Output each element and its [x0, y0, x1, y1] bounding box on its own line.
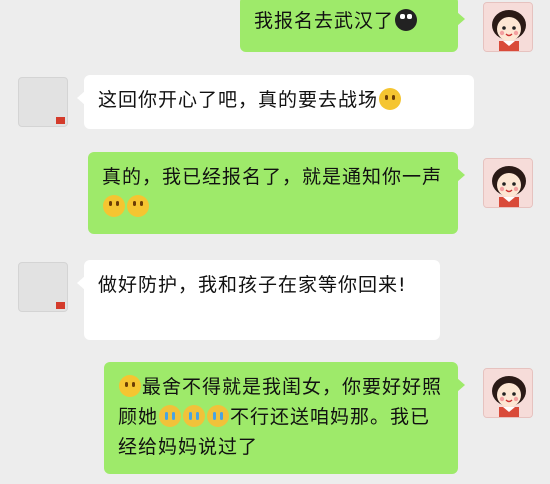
- avatar[interactable]: [483, 158, 533, 208]
- message-text: 这回你开心了吧，真的要去战场: [98, 89, 379, 111]
- avatar[interactable]: [18, 262, 68, 312]
- message-bubble-sent[interactable]: 真的，我已经报名了，就是通知你一声: [88, 152, 465, 234]
- cartoon-girl-avatar-icon: [484, 159, 532, 207]
- hug-emoji-icon: [119, 375, 141, 397]
- cartoon-girl-avatar-icon: [484, 369, 532, 417]
- message-text: 做好防护，我和孩子在家等你回来!: [98, 274, 407, 296]
- happy-emoji-icon: [127, 195, 149, 217]
- flag-icon: [56, 302, 65, 309]
- cartoon-girl-avatar-icon: [484, 3, 532, 51]
- message-text: 我报名去武汉了: [254, 10, 395, 32]
- message-bubble-sent[interactable]: 最舍不得就是我闺女，你要好好照顾她 不行还送咱妈那。我已经给妈妈说过了: [104, 362, 465, 474]
- message-bubble-sent[interactable]: 我报名去武汉了: [240, 0, 465, 52]
- avatar[interactable]: [18, 77, 68, 127]
- hug-emoji-icon: [379, 88, 402, 110]
- message-text: 真的，我已经报名了，就是通知你一声: [102, 166, 443, 188]
- cry-emoji-icon: [183, 405, 206, 427]
- cry-emoji-icon: [159, 405, 182, 427]
- message-bubble-received[interactable]: 这回你开心了吧，真的要去战场: [77, 75, 474, 129]
- penguin-emoji-icon: [395, 9, 418, 31]
- avatar[interactable]: [483, 2, 533, 52]
- avatar[interactable]: [483, 368, 533, 418]
- message-bubble-received[interactable]: 做好防护，我和孩子在家等你回来!: [77, 260, 440, 340]
- flag-icon: [56, 117, 65, 124]
- cry-emoji-icon: [207, 405, 230, 427]
- happy-emoji-icon: [103, 195, 125, 217]
